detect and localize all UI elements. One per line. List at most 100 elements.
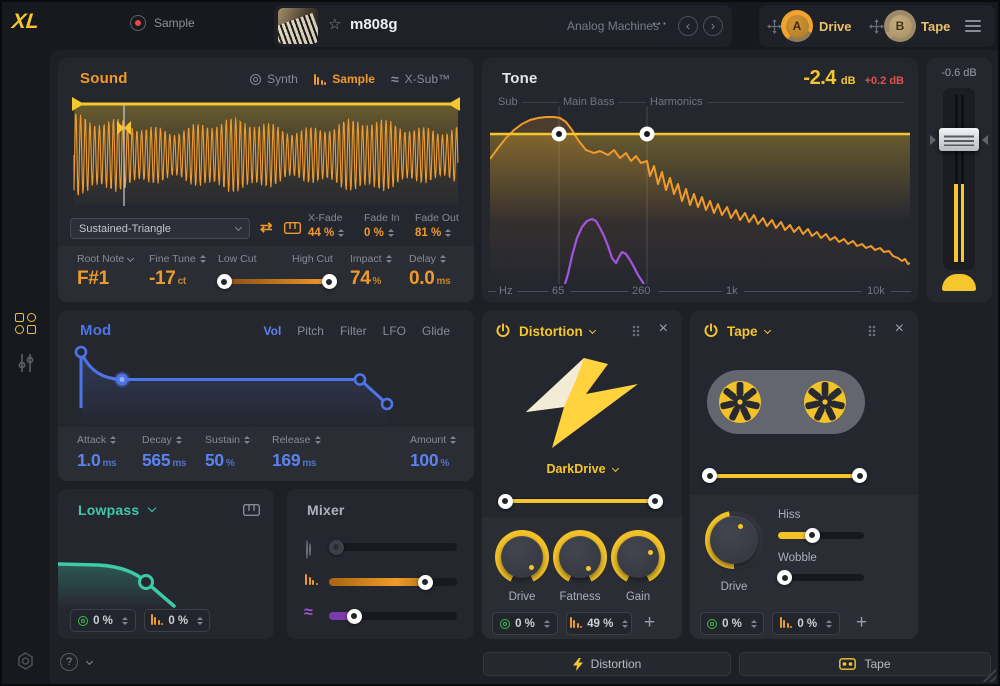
preset-thumbnail[interactable]	[278, 8, 318, 44]
release-value[interactable]: 169	[272, 450, 300, 471]
tab-synth[interactable]: Synth	[250, 72, 298, 86]
delay-control[interactable]: Delay 0.0ms	[409, 253, 450, 290]
add-send-button[interactable]: +	[644, 612, 655, 634]
preset-name[interactable]: m808g	[350, 16, 398, 33]
synth-level-handle[interactable]	[329, 540, 344, 555]
tab-pitch[interactable]: Pitch	[297, 324, 324, 338]
settings-gear-icon[interactable]	[15, 651, 36, 672]
distortion-send-a-stepper[interactable]: 0 %	[492, 612, 558, 635]
macro-a-knob[interactable]: A	[781, 10, 813, 42]
favorite-star-icon[interactable]: ☆	[328, 15, 341, 33]
wobble-handle[interactable]	[777, 570, 792, 585]
tone-graph[interactable]	[490, 106, 910, 284]
add-send-button[interactable]: +	[856, 612, 867, 634]
cutoff-node[interactable]	[140, 576, 153, 589]
tab-xsub[interactable]: ≈X-Sub™	[391, 71, 450, 87]
sample-level-handle[interactable]	[418, 575, 433, 590]
filter-keytrack-icon[interactable]	[243, 504, 260, 516]
tape-send-a-value[interactable]: 0 %	[722, 618, 742, 630]
sample-record-button[interactable]: Sample	[130, 15, 195, 31]
stepper-arrows[interactable]	[338, 229, 344, 237]
fade-in-value[interactable]: 0 %	[364, 227, 384, 239]
prev-preset-button[interactable]: ‹	[678, 16, 698, 36]
help-button[interactable]: ?	[60, 653, 92, 671]
attack-value[interactable]: 1.0	[77, 450, 100, 471]
root-note-control[interactable]: Root Note F#1	[77, 253, 133, 290]
loop-mode-button[interactable]: ⇄	[260, 218, 273, 236]
release-control[interactable]: Release 169ms	[272, 434, 321, 471]
drag-handle-icon[interactable]	[868, 325, 876, 337]
impact-value[interactable]: 74	[350, 268, 371, 290]
fade-out-control[interactable]: Fade Out 81 %	[415, 212, 459, 239]
attack-control[interactable]: Attack 1.0ms	[77, 434, 116, 471]
xsub-level-handle[interactable]	[347, 609, 362, 624]
output-level-value[interactable]: -0.6 dB	[926, 67, 992, 79]
amount-control[interactable]: Amount 100%	[410, 434, 456, 471]
distortion-power-button[interactable]	[495, 323, 511, 339]
distortion-send-b-value[interactable]: 49 %	[587, 618, 613, 630]
tape-send-b-stepper[interactable]: 0 %	[772, 612, 840, 635]
xfade-control[interactable]: X-Fade 44 %	[308, 212, 344, 239]
root-note-value[interactable]: F#1	[77, 268, 133, 290]
next-preset-button[interactable]: ›	[703, 16, 723, 36]
move-macro-a-icon[interactable]	[767, 19, 782, 34]
fx-slot-distortion[interactable]: Distortion	[483, 652, 731, 676]
decay-value[interactable]: 565	[142, 450, 170, 471]
delay-value[interactable]: 0.0	[409, 268, 435, 290]
distortion-range-handle-left[interactable]	[498, 494, 513, 509]
tape-title-select[interactable]: Tape	[727, 324, 770, 339]
filter-send-b-stepper[interactable]: 0 %	[144, 609, 210, 632]
tape-range-handle-left[interactable]	[702, 468, 717, 483]
tape-drive-knob[interactable]	[705, 511, 763, 569]
tone-gain-value[interactable]: -2.4	[803, 67, 835, 90]
env-node-sustain[interactable]	[355, 375, 365, 385]
tab-lfo[interactable]: LFO	[383, 324, 406, 338]
fx-slot-tape[interactable]: Tape	[739, 652, 991, 676]
sustain-control[interactable]: Sustain 50%	[205, 434, 250, 471]
distortion-title-select[interactable]: Distortion	[519, 324, 595, 339]
tab-sample[interactable]: Sample	[314, 72, 375, 86]
macro-list-icon[interactable]	[965, 20, 981, 32]
drive-knob[interactable]	[495, 530, 549, 584]
xfade-value[interactable]: 44 %	[308, 227, 334, 239]
env-node-release[interactable]	[382, 399, 392, 409]
gain-knob[interactable]	[611, 530, 665, 584]
stepper-arrows[interactable]	[445, 229, 451, 237]
tab-vol[interactable]: Vol	[264, 324, 282, 338]
hiss-handle[interactable]	[805, 528, 820, 543]
env-node-attack[interactable]	[76, 347, 86, 357]
synth-level-track[interactable]	[329, 543, 457, 551]
drag-handle-icon[interactable]	[632, 325, 640, 337]
overflow-menu-icon[interactable]: ···	[652, 16, 668, 31]
keytrack-button[interactable]	[284, 222, 301, 234]
low-cut-handle[interactable]	[217, 274, 232, 289]
output-fader-handle[interactable]	[939, 128, 979, 151]
close-icon[interactable]: ×	[659, 320, 668, 338]
tab-filter[interactable]: Filter	[340, 324, 367, 338]
sustain-value[interactable]: 50	[205, 450, 224, 471]
move-macro-b-icon[interactable]	[869, 19, 884, 34]
filter-type-select[interactable]: Lowpass	[78, 502, 155, 518]
impact-control[interactable]: Impact 74%	[350, 253, 392, 290]
waveform-display[interactable]	[70, 96, 462, 212]
filter-send-a-value[interactable]: 0 %	[93, 615, 113, 627]
sidebar-item-modules[interactable]	[15, 313, 36, 334]
fine-tune-control[interactable]: Fine Tune -17ct	[149, 253, 206, 290]
amount-value[interactable]: 100	[410, 450, 438, 471]
sidebar-item-mixer[interactable]	[17, 352, 35, 374]
tab-glide[interactable]: Glide	[422, 324, 450, 338]
fatness-knob[interactable]	[553, 530, 607, 584]
envelope-graph[interactable]	[58, 338, 474, 427]
distortion-range-handle-right[interactable]	[648, 494, 663, 509]
filter-send-b-value[interactable]: 0 %	[168, 615, 188, 627]
close-icon[interactable]: ×	[895, 320, 904, 338]
tape-send-a-stepper[interactable]: 0 %	[700, 612, 764, 635]
distortion-send-a-value[interactable]: 0 %	[515, 618, 535, 630]
output-fader-track[interactable]	[943, 88, 975, 270]
filter-send-a-stepper[interactable]: 0 %	[70, 609, 136, 632]
distortion-mode-select[interactable]: DarkDrive	[482, 462, 682, 476]
distortion-send-b-stepper[interactable]: 49 %	[566, 612, 632, 635]
filter-curve-graph[interactable]	[58, 529, 274, 609]
waveform-select[interactable]: Sustained-Triangle	[70, 218, 250, 239]
tape-send-b-value[interactable]: 0 %	[797, 618, 817, 630]
